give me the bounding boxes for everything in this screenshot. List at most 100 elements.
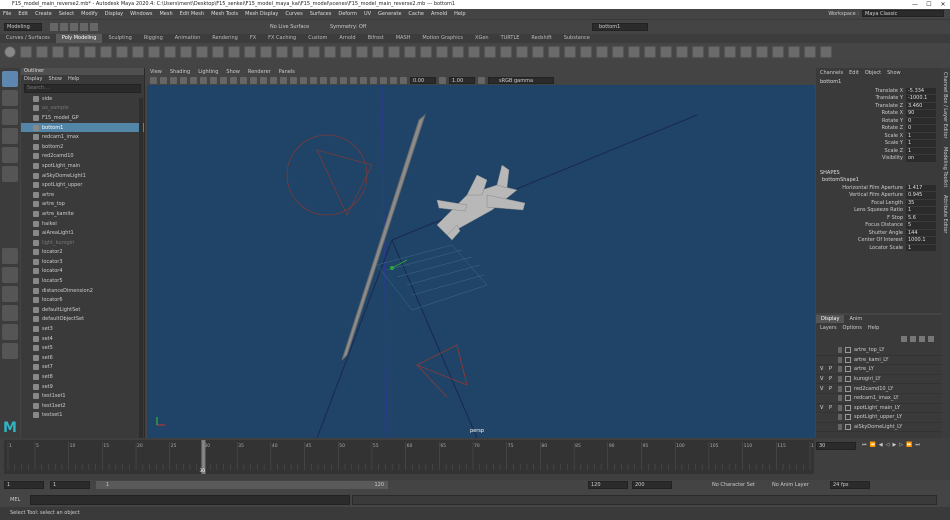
smooth-shade-icon[interactable] <box>270 77 277 84</box>
anti-aliasing-icon[interactable] <box>340 77 347 84</box>
layer-color-swatch[interactable] <box>838 424 842 431</box>
layer-playback-toggle[interactable]: P <box>829 386 835 392</box>
default-material-icon[interactable] <box>280 77 287 84</box>
layer-visibility-toggle[interactable]: V <box>820 405 826 411</box>
layer-row[interactable]: V PspotLight_main_LY <box>816 404 942 414</box>
shelf-tab[interactable]: Arnold <box>333 34 361 43</box>
shelf-tab[interactable]: FX Caching <box>262 34 302 43</box>
disc-icon[interactable] <box>100 45 112 58</box>
exposure-field[interactable]: 0.00 <box>410 77 436 84</box>
channel-attribute[interactable]: Translate X -5.334 <box>816 87 942 95</box>
layer-color-swatch[interactable] <box>838 347 842 354</box>
outliner-item[interactable]: locator3 <box>21 257 144 267</box>
shelf-tab[interactable]: Bifrost <box>362 34 390 43</box>
conform-icon[interactable] <box>660 45 672 58</box>
fill-hole-icon[interactable] <box>324 45 336 58</box>
render-icon[interactable] <box>788 45 800 58</box>
layer-row[interactable]: V Pred2camd10_LY <box>816 384 942 394</box>
outliner-item[interactable]: aiAreaLight1 <box>21 228 144 238</box>
xray-joints-icon[interactable] <box>380 77 387 84</box>
render-camera-dropdown[interactable]: bottom1 <box>592 23 648 31</box>
persp-outliner-layout-icon[interactable] <box>2 305 18 321</box>
channel-attribute[interactable]: Horizontal Film Aperture 1.417 <box>816 184 942 192</box>
superellipse-icon[interactable] <box>132 45 144 58</box>
channel-attribute[interactable]: Vertical Film Aperture 0.945 <box>816 192 942 200</box>
outliner-item[interactable]: locator4 <box>21 267 144 277</box>
step-back-icon[interactable]: ◀ <box>879 442 883 448</box>
backface-culling-icon[interactable] <box>390 77 397 84</box>
shelf-tab[interactable]: Sculpting <box>102 34 137 43</box>
menu-curves[interactable]: Curves <box>285 11 302 17</box>
outliner-item[interactable]: spotLight_upper <box>21 180 144 190</box>
step-back-key-icon[interactable]: ⏪ <box>870 442 876 448</box>
motion-blur-icon[interactable] <box>330 77 337 84</box>
attribute-value[interactable]: 1 <box>906 147 936 154</box>
uv-editor-icon[interactable] <box>484 45 496 58</box>
open-scene-icon[interactable] <box>60 23 68 31</box>
xray-icon[interactable] <box>370 77 377 84</box>
move-tool-icon[interactable] <box>2 128 18 144</box>
outliner-layout-icon[interactable] <box>2 343 18 359</box>
menu-display[interactable]: Display <box>105 11 123 17</box>
cut-uv-icon[interactable] <box>532 45 544 58</box>
boolean-icon[interactable] <box>244 45 256 58</box>
outliner-menu-item[interactable]: Help <box>68 76 79 82</box>
channel-attribute[interactable]: Rotate Z0 <box>816 125 942 133</box>
shelf-tab[interactable]: Rendering <box>206 34 244 43</box>
checker-icon[interactable] <box>596 45 608 58</box>
side-tab[interactable]: Modeling Toolkit <box>942 143 948 191</box>
layer-color-swatch[interactable] <box>838 356 842 363</box>
outliner-item[interactable]: artre_kamite <box>21 209 144 219</box>
outliner-item[interactable]: locator5 <box>21 276 144 286</box>
minimize-button[interactable]: — <box>908 0 922 9</box>
gate-mask-icon[interactable] <box>220 77 227 84</box>
outliner-item[interactable]: artre_top <box>21 200 144 210</box>
outliner-item[interactable]: red2camd10 <box>21 152 144 162</box>
attribute-value[interactable]: 1000.1 <box>906 237 936 244</box>
screen-space-ao-icon[interactable] <box>320 77 327 84</box>
lasso-tool-icon[interactable] <box>2 90 18 106</box>
target-weld-icon[interactable] <box>388 45 400 58</box>
shelf-tab[interactable]: Rigging <box>138 34 169 43</box>
select-camera-icon[interactable] <box>150 77 157 84</box>
viewport-menu-item[interactable]: Renderer <box>248 69 271 75</box>
quadrangulate-icon[interactable] <box>692 45 704 58</box>
menu-edit[interactable]: Edit <box>18 11 28 17</box>
channel-attribute[interactable]: Translate Z 3.460 <box>816 102 942 110</box>
image-plane-icon[interactable] <box>180 77 187 84</box>
side-tab[interactable]: Channel Box / Layer Editor <box>942 68 948 143</box>
channel-menu-item[interactable]: Channels <box>820 70 843 76</box>
channel-attribute[interactable]: Scale X1 <box>816 132 942 140</box>
channel-attribute[interactable]: Lens Squeeze Ratio 1 <box>816 207 942 215</box>
mirror-icon[interactable] <box>260 45 272 58</box>
append-icon[interactable] <box>356 45 368 58</box>
play-back-icon[interactable]: ◁ <box>886 442 890 448</box>
channel-attribute[interactable]: Rotate Y0 <box>816 117 942 125</box>
layer-color-swatch[interactable] <box>838 395 842 402</box>
sew-uv-icon[interactable] <box>548 45 560 58</box>
cmd-language-label[interactable]: MEL <box>10 497 20 503</box>
range-slider[interactable]: 1 120 <box>96 481 388 489</box>
attribute-value[interactable]: 0.945 <box>906 192 936 199</box>
attribute-value[interactable]: 90 <box>906 110 936 117</box>
layout-icon[interactable] <box>580 45 592 58</box>
ultra-shape-icon[interactable] <box>164 45 176 58</box>
shelf-tab[interactable]: Curves / Surfaces <box>0 34 56 43</box>
history-icon[interactable] <box>708 45 720 58</box>
redo-icon[interactable] <box>90 23 98 31</box>
safe-title-icon[interactable] <box>250 77 257 84</box>
new-layer-from-selection-icon[interactable] <box>928 336 934 342</box>
attribute-value[interactable]: 0 <box>906 125 936 132</box>
outliner-item[interactable]: spotLight_main <box>21 161 144 171</box>
extrude-icon[interactable] <box>276 45 288 58</box>
attribute-value[interactable]: -5.334 <box>906 87 936 94</box>
ipr-icon[interactable] <box>804 45 816 58</box>
outliner-item[interactable]: bottom2 <box>21 142 144 152</box>
layer-playback-toggle[interactable]: P <box>829 376 835 382</box>
attribute-value[interactable]: 3.460 <box>906 102 936 109</box>
shelf-tab[interactable]: FX <box>244 34 262 43</box>
save-scene-icon[interactable] <box>70 23 78 31</box>
menu-generate[interactable]: Generate <box>378 11 401 17</box>
merge-icon[interactable] <box>340 45 352 58</box>
outliner-item[interactable]: locator6 <box>21 295 144 305</box>
